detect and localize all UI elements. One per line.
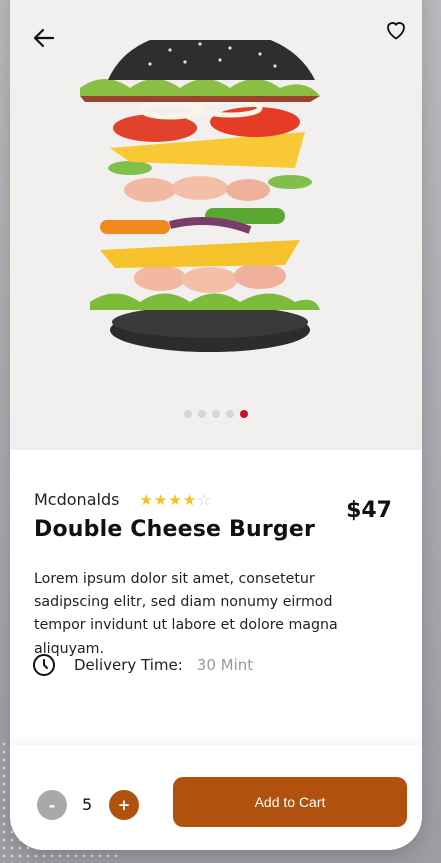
- cart-bar: - 5 + Add to Cart: [10, 745, 422, 850]
- favorite-button[interactable]: [380, 14, 412, 46]
- carousel-dot[interactable]: [226, 410, 234, 418]
- heart-outline-icon: [387, 22, 405, 40]
- carousel-dot[interactable]: [240, 410, 248, 418]
- back-button[interactable]: [28, 22, 60, 54]
- star-filled-icon: ★: [153, 490, 168, 509]
- increase-quantity-button[interactable]: +: [109, 790, 139, 820]
- product-hero: [10, 0, 422, 450]
- delivery-time-label: Delivery Time:: [74, 656, 183, 674]
- delivery-time-row: Delivery Time: 30 Mint: [32, 653, 253, 677]
- star-empty-icon: ☆: [197, 490, 211, 509]
- star-filled-icon: ★: [168, 490, 182, 509]
- carousel-dot[interactable]: [184, 410, 192, 418]
- carousel-dot[interactable]: [198, 410, 206, 418]
- carousel-dot[interactable]: [212, 410, 220, 418]
- star-filled-icon: ★: [139, 490, 153, 509]
- burger-image: [80, 40, 320, 352]
- brand-rating-row: Mcdonalds ★ ★ ★ ★ ☆: [34, 490, 211, 509]
- product-description: Lorem ipsum dolor sit amet, consetetur s…: [34, 571, 338, 657]
- arrow-left-icon: [33, 28, 55, 48]
- brand-name: Mcdonalds: [34, 490, 120, 509]
- star-filled-icon: ★: [182, 490, 197, 509]
- add-to-cart-button[interactable]: Add to Cart: [173, 777, 407, 827]
- clock-icon: [33, 654, 55, 676]
- decrease-quantity-button[interactable]: -: [37, 790, 67, 820]
- quantity-value: 5: [82, 795, 93, 814]
- product-price: $47: [346, 498, 392, 523]
- carousel-indicator: [10, 410, 422, 418]
- product-card: Mcdonalds ★ ★ ★ ★ ☆ $47 Double Cheese Burger…: [10, 0, 422, 850]
- rating-stars: ★ ★ ★ ★ ☆: [139, 491, 210, 509]
- delivery-time-value: 30 Mint: [196, 656, 254, 674]
- product-title: Double Cheese Burger: [34, 517, 316, 542]
